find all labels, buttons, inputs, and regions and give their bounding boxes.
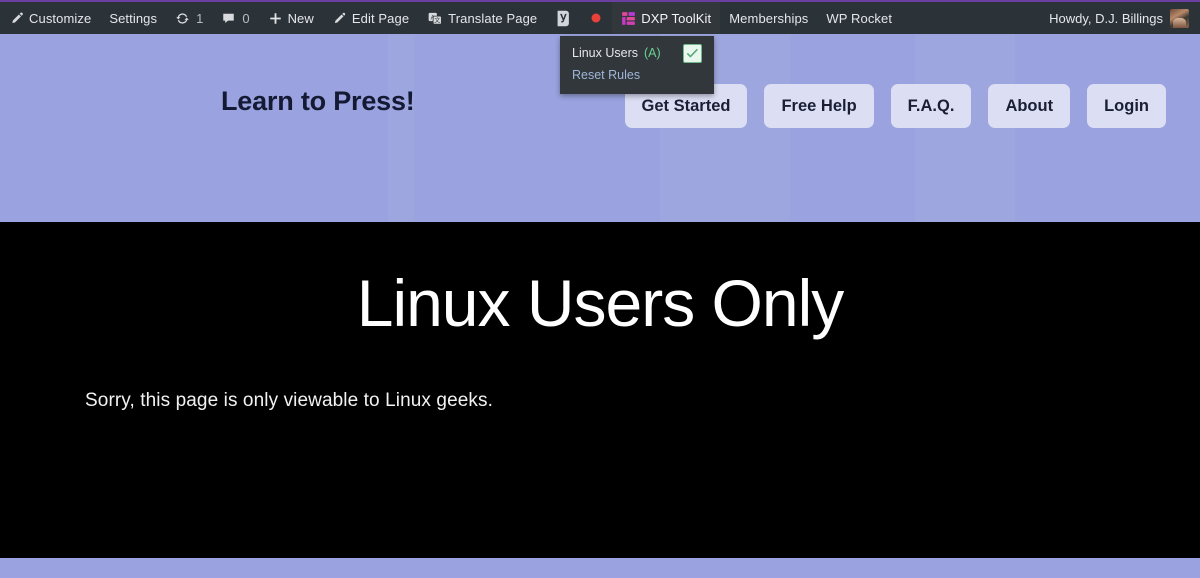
- comment-bubble-icon: [221, 11, 236, 26]
- site-title: Learn to Press!: [221, 86, 415, 116]
- admin-bar-item-dxp-toolkit[interactable]: DXP ToolKit: [612, 2, 721, 34]
- account-greeting: Howdy, D.J. Billings: [1049, 10, 1163, 26]
- admin-bar-label-dxp-toolkit: DXP ToolKit: [641, 10, 712, 26]
- page-body-text: Sorry, this page is only viewable to Lin…: [85, 390, 493, 411]
- admin-bar-item-translate-page[interactable]: A 文 Translate Page: [418, 2, 546, 34]
- admin-bar-label-customize: Customize: [29, 10, 92, 26]
- nav-button-about[interactable]: About: [988, 84, 1071, 128]
- submenu-label-linux-users: Linux Users: [572, 46, 638, 60]
- admin-bar-comments-count: 0: [242, 10, 250, 26]
- page-heading: Linux Users Only: [356, 266, 845, 340]
- dxp-grid-icon: [621, 11, 636, 26]
- admin-bar-label-new: New: [287, 10, 314, 26]
- wp-admin-bar: Customize Settings 1 0 New Edit Page 文 T…: [0, 0, 1200, 94]
- admin-bar-left-group: Customize Settings 1 0 New Edit Page 文 T…: [0, 2, 901, 34]
- main-content-area: Linux Users Only Sorry, this page is onl…: [0, 222, 1200, 558]
- admin-bar-item-customize[interactable]: Customize: [0, 2, 100, 34]
- admin-bar-item-comments[interactable]: 0: [212, 2, 258, 34]
- submenu-item-linux-users[interactable]: Linux Users (A): [560, 42, 714, 64]
- updates-icon: [175, 11, 190, 26]
- admin-bar-label-wp-rocket: WP Rocket: [826, 10, 893, 26]
- nav-button-faq[interactable]: F.A.Q.: [890, 84, 972, 128]
- admin-bar-account-menu[interactable]: Howdy, D.J. Billings: [1040, 2, 1200, 34]
- submenu-item-reset-rules[interactable]: Reset Rules: [560, 64, 714, 86]
- admin-bar-item-new[interactable]: New: [259, 2, 323, 34]
- plus-icon: [268, 11, 283, 26]
- translate-icon: A 文: [427, 11, 443, 26]
- admin-bar-item-settings[interactable]: Settings: [100, 2, 166, 34]
- admin-bar-label-settings: Settings: [109, 10, 158, 26]
- nav-button-free-help[interactable]: Free Help: [764, 84, 874, 128]
- header-band-decoration: [915, 34, 1015, 222]
- paintbrush-icon: [9, 11, 24, 26]
- admin-bar-item-wp-rocket[interactable]: WP Rocket: [817, 2, 901, 34]
- admin-bar-item-memberships[interactable]: Memberships: [720, 2, 817, 34]
- admin-bar-label-memberships: Memberships: [729, 10, 809, 26]
- nav-button-login[interactable]: Login: [1087, 84, 1166, 128]
- admin-bar-item-edit-page[interactable]: Edit Page: [323, 2, 418, 34]
- admin-bar-item-yoast[interactable]: [546, 2, 580, 34]
- admin-bar-label-edit-page: Edit Page: [351, 10, 410, 26]
- admin-bar-updates-count: 1: [196, 10, 204, 26]
- admin-bar-label-translate-page: Translate Page: [448, 10, 538, 26]
- record-dot-icon: [589, 11, 603, 25]
- footer-strip: [0, 558, 1200, 578]
- check-icon: [686, 48, 698, 57]
- submenu-label-reset-rules: Reset Rules: [572, 68, 641, 82]
- yoast-icon: [555, 10, 571, 27]
- admin-bar-item-updates[interactable]: 1: [166, 2, 212, 34]
- avatar: [1170, 8, 1189, 28]
- dxp-toolkit-dropdown-menu: Linux Users (A) Reset Rules: [560, 36, 714, 94]
- header-band-decoration: [388, 34, 414, 222]
- pencil-icon: [332, 11, 347, 26]
- linux-users-checkbox[interactable]: [683, 43, 702, 63]
- admin-bar-spacer: [901, 2, 1040, 34]
- submenu-suffix-linux-users: (A): [644, 46, 661, 60]
- admin-bar-item-recording[interactable]: [580, 2, 612, 34]
